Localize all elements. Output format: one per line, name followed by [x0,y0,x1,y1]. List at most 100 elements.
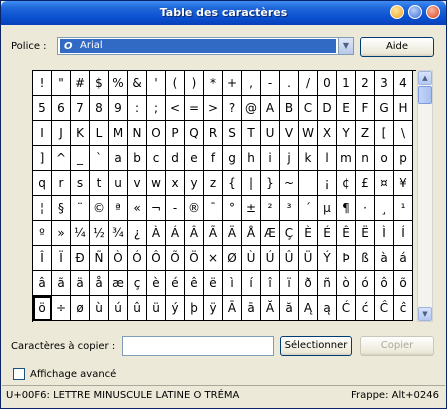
scroll-thumb[interactable] [418,86,432,104]
char-cell[interactable]: t [90,171,109,196]
char-cell[interactable]: Ą [299,296,318,321]
char-cell[interactable]: I [33,121,52,146]
char-cell[interactable]: $ [90,71,109,96]
char-cell[interactable]: ¤ [375,171,394,196]
char-cell[interactable]: , [242,71,261,96]
character-grid[interactable]: ! " # $% & '() * +, -./0 1 2 3 4 5 6 7 8 9:; < = >? @ A B C D E F G H… [32,70,416,322]
char-cell[interactable]: ì [223,271,242,296]
char-cell[interactable]: : [128,96,147,121]
char-cell[interactable]: Ë [356,221,375,246]
char-cell[interactable]: ß [356,246,375,271]
char-cell[interactable]: 0 [318,71,337,96]
char-cell[interactable]: Ü [299,246,318,271]
chevron-down-icon[interactable]: ▼ [338,38,353,54]
char-cell[interactable]: m [337,146,356,171]
char-cell[interactable]: ¡ [318,171,337,196]
char-cell[interactable]: õ [394,271,413,296]
char-cell[interactable]: A [261,96,280,121]
char-cell[interactable]: G [375,96,394,121]
char-cell[interactable]: / [299,71,318,96]
char-cell[interactable]: à [375,246,394,271]
char-cell[interactable]: s [71,171,90,196]
char-cell[interactable]: ă [280,296,299,321]
char-cell[interactable]: Ĉ [375,296,394,321]
char-cell[interactable]: ^ [52,146,71,171]
char-cell[interactable]: ô [375,271,394,296]
char-cell[interactable]: 8 [90,96,109,121]
char-cell[interactable]: q [33,171,52,196]
char-cell[interactable]: ¨ [71,196,90,221]
char-cell[interactable]: f [204,146,223,171]
char-cell[interactable]: ] [33,146,52,171]
char-cell[interactable]: Ç [280,221,299,246]
char-cell[interactable]: * [204,71,223,96]
char-cell[interactable]: ā [242,296,261,321]
char-cell[interactable]: c [147,146,166,171]
char-cell[interactable]: + [223,71,242,96]
char-cell[interactable]: ï [280,271,299,296]
char-cell[interactable]: p [394,146,413,171]
char-cell[interactable]: Ý [318,246,337,271]
char-cell[interactable]: é [166,271,185,296]
char-cell[interactable]: ´ [299,196,318,221]
char-cell[interactable]: Ô [147,246,166,271]
char-cell[interactable]: l [318,146,337,171]
char-cell[interactable]: L [90,121,109,146]
char-cell[interactable]: ¢ [337,171,356,196]
char-cell[interactable]: S [223,121,242,146]
char-cell[interactable]: k [299,146,318,171]
char-cell[interactable]: Ê [337,221,356,246]
char-cell[interactable]: ; [147,96,166,121]
char-cell[interactable]: ® [185,196,204,221]
char-cell[interactable]: 2 [356,71,375,96]
char-cell[interactable]: b [128,146,147,171]
char-cell[interactable]: D [318,96,337,121]
char-cell[interactable]: ö [33,296,52,321]
char-cell[interactable]: ć [356,296,375,321]
char-cell[interactable]: P [166,121,185,146]
char-cell[interactable]: ½ [90,221,109,246]
char-cell[interactable]: e [185,146,204,171]
char-cell[interactable]: á [394,246,413,271]
char-cell[interactable]: È [299,221,318,246]
char-cell[interactable]: © [90,196,109,221]
char-cell[interactable]: Õ [166,246,185,271]
char-cell[interactable]: d [166,146,185,171]
char-cell[interactable]: Á [166,221,185,246]
char-cell[interactable]: ą [318,296,337,321]
char-cell[interactable]: ¿ [128,221,147,246]
char-cell[interactable]: . [280,71,299,96]
char-cell[interactable]: > [204,96,223,121]
char-cell[interactable]: i [261,146,280,171]
char-cell[interactable]: Ð [71,246,90,271]
char-cell[interactable]: ä [71,271,90,296]
char-cell[interactable]: g [223,146,242,171]
char-cell[interactable]: Ù [242,246,261,271]
char-cell[interactable]: ú [109,296,128,321]
char-cell[interactable]: - [166,196,185,221]
char-cell[interactable]: C [299,96,318,121]
char-cell[interactable]: 4 [394,71,413,96]
char-cell[interactable]: ' [147,71,166,96]
char-cell[interactable]: × [204,246,223,271]
copy-button[interactable]: Copier [360,336,434,356]
char-cell[interactable]: ! [33,71,52,96]
char-cell[interactable]: Ø [223,246,242,271]
title-bar[interactable]: Table des caractères [1,1,446,25]
char-cell[interactable]: æ [109,271,128,296]
char-cell[interactable]: a [109,146,128,171]
char-cell[interactable]: 6 [52,96,71,121]
scroll-up-icon[interactable]: ▲ [418,71,432,85]
char-cell[interactable]: O [147,121,166,146]
char-cell[interactable]: ¾ [109,221,128,246]
char-cell[interactable]: º [33,221,52,246]
char-cell[interactable]: Ć [337,296,356,321]
minimize-icon[interactable] [390,5,404,19]
char-cell[interactable]: µ [318,196,337,221]
char-cell[interactable]: U [261,121,280,146]
char-cell[interactable]: N [128,121,147,146]
copy-characters-field[interactable] [122,336,274,356]
char-cell[interactable]: Â [185,221,204,246]
char-cell[interactable]: J [52,121,71,146]
char-cell[interactable]: Ã [204,221,223,246]
